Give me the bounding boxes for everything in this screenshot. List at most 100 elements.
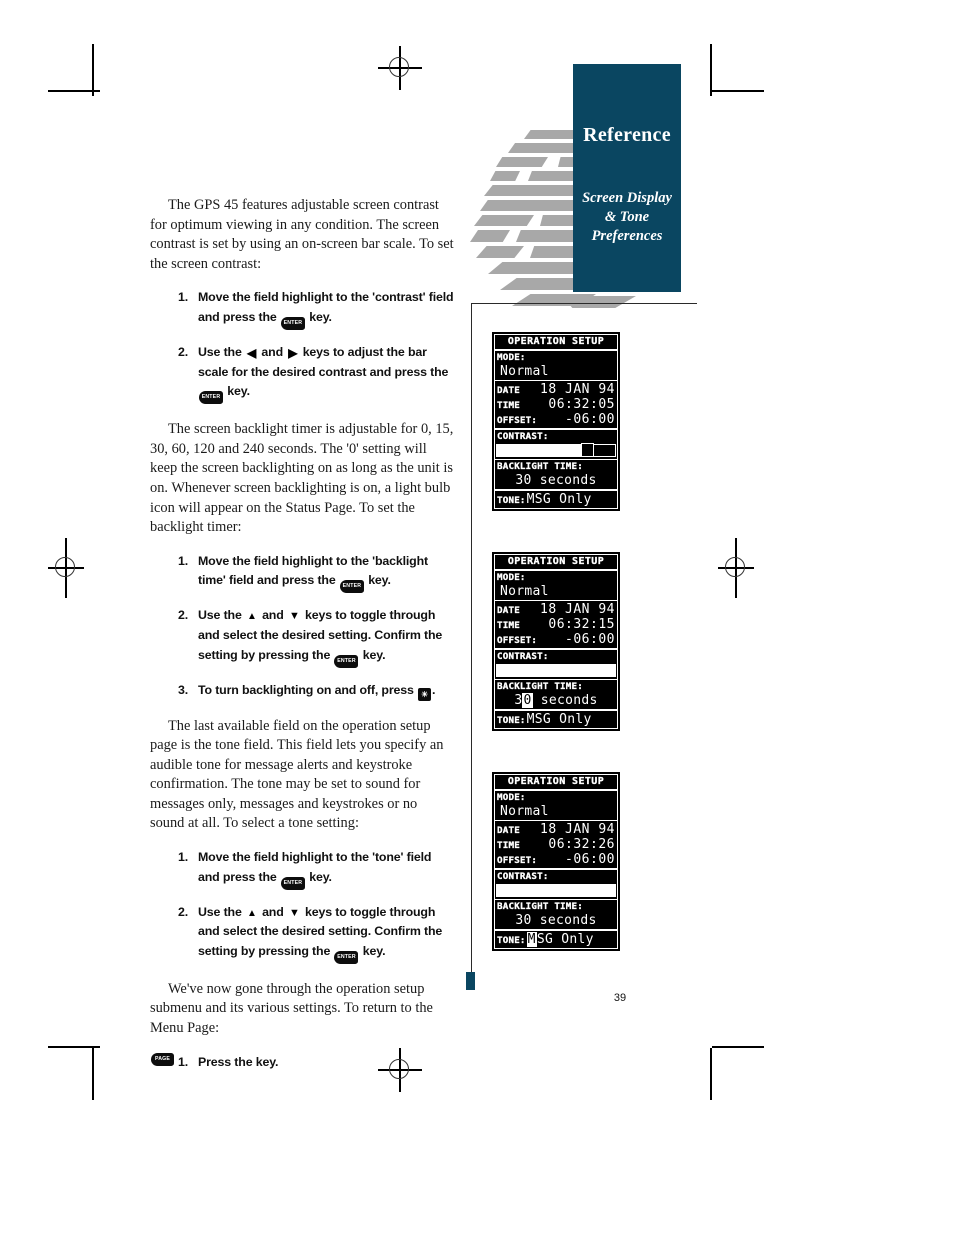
offset-row[interactable]: OFFSET: -06:00 xyxy=(495,852,617,867)
offset-label: OFFSET: xyxy=(497,855,538,866)
step-item: 2. Use the ◀ and ▶ keys to adjust the bar… xyxy=(150,343,455,405)
tone-row[interactable]: TONE: MSG Only xyxy=(495,492,617,508)
down-arrow-icon: ▼ xyxy=(288,610,300,623)
backlight-time-value[interactable]: 30 seconds xyxy=(495,473,617,488)
time-label: TIME xyxy=(497,620,520,631)
contrast-bar-scale[interactable] xyxy=(496,443,616,457)
lcd-divider xyxy=(495,489,617,491)
page-key-icon: PAGE xyxy=(151,1052,174,1066)
section-subtitle-line2: & Tone xyxy=(604,209,650,225)
tone-value: MSG Only xyxy=(526,491,592,507)
time-row[interactable]: TIME 06:32:15 xyxy=(495,617,617,632)
enter-key-icon: ENTER xyxy=(334,950,359,964)
lcd-divider xyxy=(495,868,617,870)
gps-screen-operation-setup-3: OPERATION SETUP MODE: Normal DATE 18 JAN 94 T… xyxy=(492,772,620,951)
offset-row[interactable]: OFFSET: -06:00 xyxy=(495,632,617,647)
date-row[interactable]: DATE 18 JAN 94 xyxy=(495,602,617,617)
time-row[interactable]: TIME 06:32:26 xyxy=(495,837,617,852)
mode-label: MODE: xyxy=(497,351,526,363)
step-item: 1. Move the field highlight to the 'backl… xyxy=(150,552,455,594)
lcd-divider xyxy=(495,458,617,460)
lcd-divider xyxy=(495,428,617,430)
mode-value[interactable]: Normal xyxy=(495,804,617,819)
contrast-bar-scale[interactable] xyxy=(496,663,616,677)
crop-mark-bottom-right-v xyxy=(710,1048,712,1100)
lcd-divider xyxy=(495,599,617,601)
step-text-end: key. xyxy=(227,384,250,399)
backlight-time-value[interactable]: 30 seconds xyxy=(495,913,617,928)
paragraph-tone-intro: The last available field on the operatio… xyxy=(150,717,444,832)
tone-value: MSG Only xyxy=(526,931,594,947)
lcd-divider xyxy=(495,789,617,791)
enter-key-icon: ENTER xyxy=(280,316,305,330)
step-text-end: key. xyxy=(362,647,386,662)
contrast-bar-scale[interactable] xyxy=(496,883,616,897)
date-row[interactable]: DATE 18 JAN 94 xyxy=(495,822,617,837)
time-row[interactable]: TIME 06:32:05 xyxy=(495,397,617,412)
tone-label: TONE: xyxy=(497,494,526,506)
time-value: 06:32:05 xyxy=(548,397,615,412)
date-row[interactable]: DATE 18 JAN 94 xyxy=(495,382,617,397)
gps-screen-operation-setup-1: OPERATION SETUP MODE: Normal DATE 18 JAN 94 T… xyxy=(492,332,620,511)
step-text-mid: and xyxy=(261,344,283,359)
offset-value: -06:00 xyxy=(565,632,615,647)
paragraph-return-menu: We've now gone through the operation set… xyxy=(150,980,433,1037)
mode-label: MODE: xyxy=(497,791,526,803)
step-number: 1. xyxy=(178,290,189,305)
step-text: Use the xyxy=(198,344,242,359)
registration-mark-top xyxy=(378,46,422,90)
time-value: 06:32:26 xyxy=(548,837,615,852)
lcd-divider xyxy=(495,819,617,821)
lcd-divider xyxy=(495,709,617,711)
step-item: 3. To turn backlighting on and off, press… xyxy=(150,681,455,701)
backlight-time-label: BACKLIGHT TIME: xyxy=(497,901,583,912)
contrast-slider-knob[interactable] xyxy=(580,443,594,457)
step-number: 1. xyxy=(178,850,189,865)
section-subtitle: Screen Display & Tone Preferences xyxy=(573,189,681,246)
enter-key-icon: ENTER xyxy=(334,654,359,668)
lcd-divider xyxy=(495,349,617,351)
steps-contrast: 1. Move the field highlight to the 'contr… xyxy=(150,288,455,405)
step-text-tail: key. xyxy=(255,1054,279,1069)
backlight-time-label: BACKLIGHT TIME: xyxy=(497,461,583,472)
date-label: DATE xyxy=(497,605,520,616)
contrast-label: CONTRAST: xyxy=(497,870,549,882)
page-number: 39 xyxy=(613,992,627,1004)
lcd-divider xyxy=(495,929,617,931)
tone-row[interactable]: TONE: MSG Only xyxy=(495,931,617,948)
step-number: 2. xyxy=(178,904,189,919)
lcd-frame: OPERATION SETUP MODE: Normal DATE 18 JAN 94 T… xyxy=(494,554,618,729)
paragraph-contrast-intro: The GPS 45 features adjustable screen co… xyxy=(150,197,454,272)
body-text-column: The GPS 45 features adjustable screen co… xyxy=(150,196,455,1088)
contrast-label: CONTRAST: xyxy=(497,650,549,662)
mode-value[interactable]: Normal xyxy=(495,584,617,599)
offset-value: -06:00 xyxy=(565,852,615,867)
step-item: 1. Press the PAGE key. xyxy=(150,1052,455,1073)
step-item: 1. Move the field highlight to the 'contr… xyxy=(150,288,455,330)
lcd-divider xyxy=(495,898,617,900)
date-label: DATE xyxy=(497,825,520,836)
backlight-time-value[interactable]: 30 seconds xyxy=(495,693,617,708)
mode-value[interactable]: Normal xyxy=(495,364,617,379)
enter-key-icon: ENTER xyxy=(280,876,305,890)
step-text: To turn backlighting on and off, press xyxy=(198,682,414,697)
crop-mark-top-left-v xyxy=(92,44,94,96)
contrast-bar-fill xyxy=(497,664,615,676)
step-text: Move the field highlight to the 'backlig… xyxy=(198,553,428,588)
step-number: 2. xyxy=(178,344,189,359)
lcd-divider xyxy=(495,569,617,571)
highlighted-character: 0 xyxy=(522,693,533,708)
step-text-tail: key. xyxy=(309,309,332,324)
tone-label: TONE: xyxy=(497,934,526,946)
tone-row[interactable]: TONE: MSG Only xyxy=(495,712,617,728)
manual-page: Reference Screen Display & Tone Preferen… xyxy=(0,0,954,1235)
step-text: Use the xyxy=(198,904,242,919)
step-text-mid: and xyxy=(262,904,284,919)
left-arrow-icon: ◀ xyxy=(247,345,257,360)
lcd-title: OPERATION SETUP xyxy=(507,556,605,567)
offset-row[interactable]: OFFSET: -06:00 xyxy=(495,412,617,427)
step-text-tail: . xyxy=(432,682,436,697)
section-subtitle-line1: Screen Display xyxy=(582,190,672,206)
reference-header-box: Reference Screen Display & Tone Preferen… xyxy=(573,64,681,292)
section-subtitle-line3: Preferences xyxy=(591,228,663,244)
